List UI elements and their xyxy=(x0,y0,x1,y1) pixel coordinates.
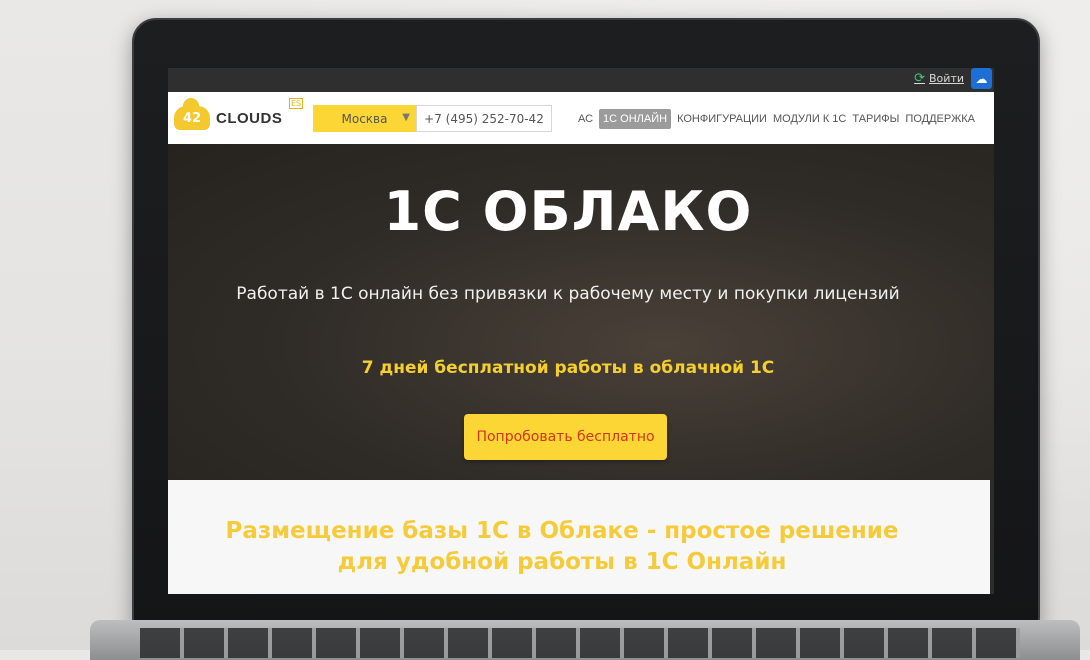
try-free-button[interactable]: Попробовать бесплатно xyxy=(464,414,667,460)
hero-promo: 7 дней бесплатной работы в облачной 1С xyxy=(361,358,775,378)
menu-item-configurations[interactable]: КОНФИГУРАЦИИ xyxy=(677,113,767,125)
laptop-keyboard xyxy=(140,628,1020,658)
login-label[interactable]: Войти xyxy=(929,72,964,85)
menu-item-ac[interactable]: АС xyxy=(578,113,593,125)
city-label: Москва xyxy=(341,111,388,126)
hero-title: 1С ОБЛАКО xyxy=(383,180,753,243)
logo-number: 42 xyxy=(182,110,202,126)
login-link[interactable]: ⟳ Войти xyxy=(914,71,964,86)
login-icon: ⟳ xyxy=(914,71,926,86)
menu-item-support[interactable]: ПОДДЕРЖКА xyxy=(905,113,975,125)
menu-item-1c-online[interactable]: 1С ОНЛАЙН xyxy=(599,109,672,129)
laptop-screen: ⟳ Войти ☁ 42 CLOUDS ES Москва ▼ +7 (495)… xyxy=(168,68,994,594)
main-menu: АС 1С ОНЛАЙН КОНФИГУРАЦИИ МОДУЛИ К 1С ТА… xyxy=(578,109,975,129)
hero-banner: 1С ОБЛАКО Работай в 1С онлайн без привяз… xyxy=(168,144,994,480)
chevron-down-icon: ▼ xyxy=(402,112,410,123)
logo[interactable]: 42 CLOUDS ES xyxy=(174,98,304,136)
intro-section: Размещение базы 1С в Облаке - простое ре… xyxy=(168,480,990,594)
menu-item-modules[interactable]: МОДУЛИ К 1С xyxy=(773,113,846,125)
hero-subtitle: Работай в 1С онлайн без привязки к рабоч… xyxy=(236,284,900,304)
cloud-icon[interactable]: ☁ xyxy=(971,68,992,89)
logo-cloud-icon: 42 xyxy=(174,98,210,130)
navbar: 42 CLOUDS ES Москва ▼ +7 (495) 252-70-42… xyxy=(168,92,994,144)
top-bar: ⟳ Войти ☁ xyxy=(168,68,994,92)
section-title: Размещение базы 1С в Облаке - простое ре… xyxy=(168,516,962,578)
section-title-line2: для удобной работы в 1С Онлайн xyxy=(337,549,787,575)
section-title-line1: Размещение базы 1С в Облаке - простое ре… xyxy=(225,518,899,544)
menu-item-tariffs[interactable]: ТАРИФЫ xyxy=(852,113,899,125)
phone-number[interactable]: +7 (495) 252-70-42 xyxy=(416,105,552,132)
logo-text: CLOUDS xyxy=(216,109,283,127)
logo-badge: ES xyxy=(289,98,304,109)
city-select[interactable]: Москва ▼ xyxy=(313,105,416,132)
